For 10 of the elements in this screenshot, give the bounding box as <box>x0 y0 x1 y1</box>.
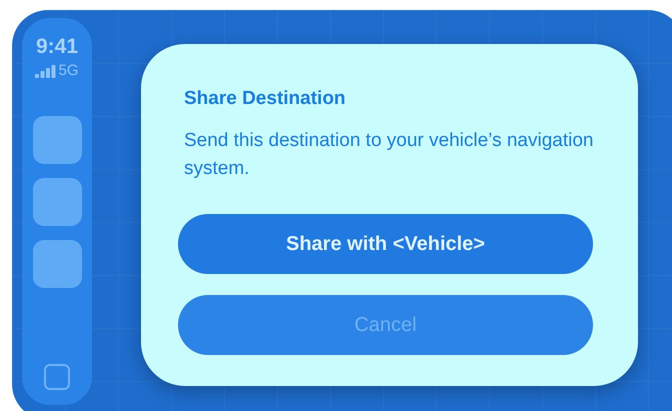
square-icon[interactable] <box>44 364 70 390</box>
clock-time: 9:41 <box>36 35 78 59</box>
signal-icon <box>35 65 56 78</box>
app-tile[interactable] <box>32 240 82 288</box>
dialog-message: Send this destination to your vehicle’s navigation system. <box>184 129 594 181</box>
app-tile[interactable] <box>32 178 82 226</box>
share-button[interactable]: Share with <Vehicle> <box>178 214 593 274</box>
dialog-title: Share Destination <box>184 87 347 111</box>
app-tile[interactable] <box>32 116 82 164</box>
network-label: 5G <box>58 63 78 78</box>
